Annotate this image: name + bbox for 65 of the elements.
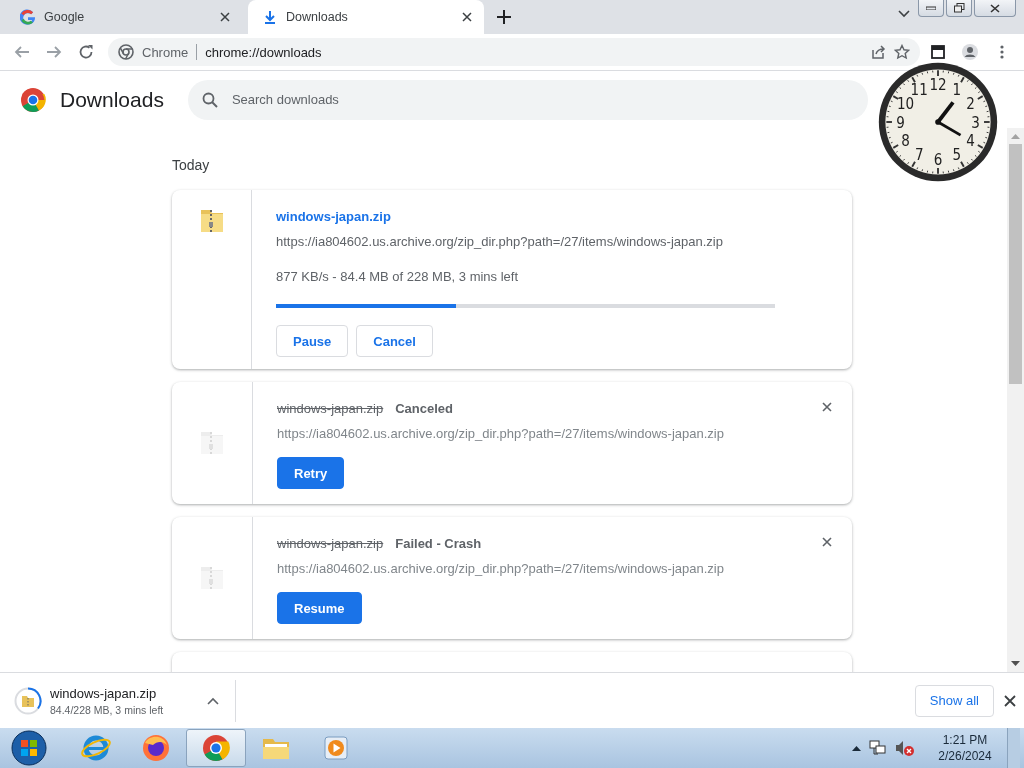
firefox-icon: [141, 733, 171, 763]
download-status: 877 KB/s - 84.4 MB of 228 MB, 3 mins left: [276, 269, 520, 284]
action-button[interactable]: Cancel: [356, 325, 433, 357]
action-button[interactable]: Resume: [277, 592, 362, 624]
file-link[interactable]: windows-japan.zip: [276, 208, 391, 224]
shelf-status: 84.4/228 MB, 3 mins left: [50, 703, 165, 716]
chrome-logo-icon: [20, 86, 46, 113]
share-icon[interactable]: [870, 44, 886, 60]
clock-drawing: 11 12 1 10 2 9 3 8 4 7 6 5: [876, 60, 1000, 184]
star-icon[interactable]: [894, 44, 910, 60]
search-field[interactable]: Search downloads: [187, 79, 868, 120]
network-icon[interactable]: [869, 740, 887, 756]
remove-icon[interactable]: [822, 402, 832, 412]
restore-button[interactable]: [946, 0, 972, 17]
volume-muted-icon[interactable]: [895, 740, 915, 756]
close-icon[interactable]: [220, 12, 230, 22]
chrome-logo-icon: [201, 733, 231, 763]
ie-icon: [81, 733, 111, 763]
action-button[interactable]: Pause: [276, 325, 349, 357]
windows-orb-icon: [11, 730, 47, 766]
restore-icon: [953, 3, 965, 13]
source-url: https://ia804602.us.archive.org/zip_dir.php?path=/27/items/windows-japan.zip: [277, 426, 725, 441]
google-icon: [20, 9, 36, 25]
section-heading: Today: [172, 157, 211, 173]
download-progress-icon: [14, 686, 42, 715]
show-all-button[interactable]: Show all: [914, 684, 994, 717]
tab[interactable]: Downloads: [248, 0, 484, 34]
chevron-up-icon[interactable]: [207, 696, 219, 705]
close-icon[interactable]: [1004, 694, 1016, 707]
site-label: Chrome: [142, 44, 189, 60]
remove-icon[interactable]: [822, 537, 832, 547]
taskbar-app[interactable]: [186, 729, 246, 767]
chrome-icon: [118, 44, 134, 60]
source-url: https://ia804602.us.archive.org/zip_dir.php?path=/27/items/windows-japan.zip: [277, 561, 725, 576]
page-title: Downloads: [60, 87, 164, 112]
close-button[interactable]: [974, 0, 1016, 17]
taskbar-clock[interactable]: 1:21 PM 2/26/2024: [929, 733, 1001, 763]
sidebar-icon: [930, 44, 946, 60]
scrollbar[interactable]: [1007, 128, 1024, 672]
chevron-down-icon[interactable]: [898, 10, 910, 18]
download-state: Failed - Crash: [395, 535, 482, 551]
plus-icon: [497, 10, 511, 24]
back-icon: [14, 44, 30, 60]
scroll-down-icon[interactable]: [1011, 661, 1020, 667]
close-icon: [990, 3, 1000, 13]
scrollbar-thumb[interactable]: [1009, 144, 1022, 384]
media-player-icon: [321, 733, 351, 763]
tab[interactable]: Google: [6, 0, 242, 34]
source-url: https://ia804602.us.archive.org/zip_dir.php?path=/27/items/windows-japan.zip: [276, 234, 724, 249]
url-text: chrome://downloads: [205, 44, 323, 60]
file-name: windows-japan.zip: [277, 535, 384, 551]
action-button[interactable]: Retry: [277, 457, 345, 489]
forward-icon: [46, 44, 62, 60]
address-bar[interactable]: Chrome chrome://downloads: [108, 38, 920, 66]
profile-icon: [962, 44, 978, 60]
download-icon: [262, 9, 278, 25]
shelf-file-name: windows-japan.zip: [50, 685, 158, 701]
sidebar-button[interactable]: [928, 42, 948, 62]
close-icon[interactable]: [462, 12, 472, 22]
reload-icon: [78, 44, 94, 60]
file-name: windows-japan.zip: [277, 400, 384, 416]
tray-expand-icon[interactable]: [852, 745, 861, 751]
download-state: Canceled: [395, 400, 454, 416]
profile-button[interactable]: [960, 42, 980, 62]
minimize-icon: [926, 6, 936, 10]
